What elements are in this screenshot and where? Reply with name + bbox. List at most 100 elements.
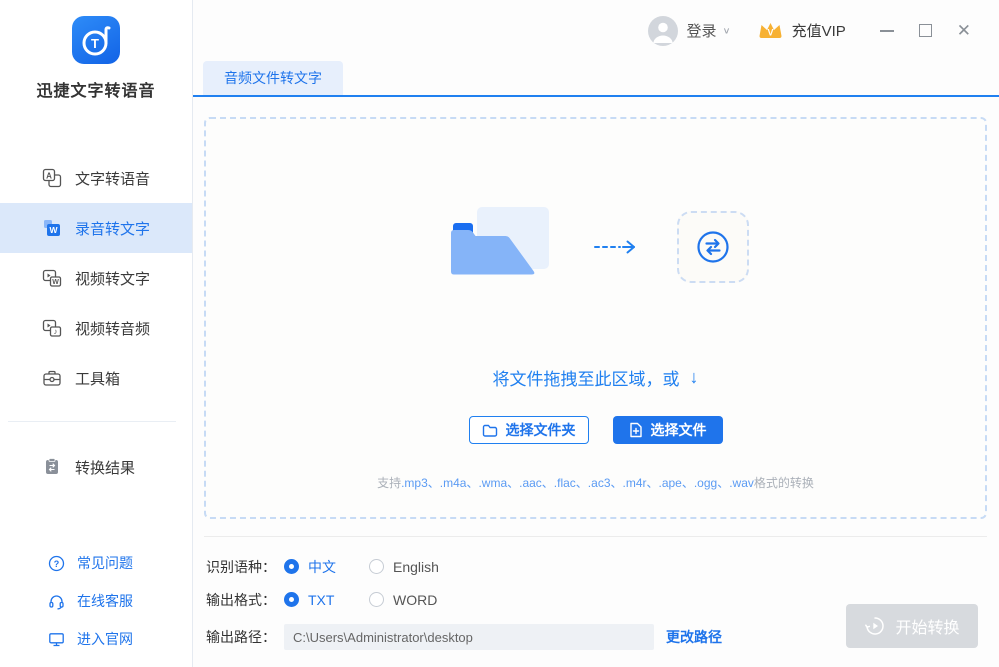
recharge-vip-button[interactable]: 充值VIP: [792, 20, 846, 41]
radio-option-txt[interactable]: TXT: [284, 592, 369, 608]
text-to-speech-icon: A: [42, 168, 62, 188]
select-file-button[interactable]: 选择文件: [613, 416, 723, 444]
sidebar-item-official-website[interactable]: 进入官网: [0, 620, 192, 658]
sidebar-divider: [8, 421, 176, 422]
svg-text:W: W: [52, 279, 59, 286]
video-to-text-icon: W: [42, 268, 62, 288]
svg-text:T: T: [91, 36, 99, 51]
sidebar-help-section: ? 常见问题 在线客服: [0, 544, 192, 658]
logo-icon: T: [81, 23, 111, 57]
dashed-arrow-icon: [593, 239, 639, 255]
maximize-icon[interactable]: [919, 24, 932, 37]
sidebar-item-label: 工具箱: [75, 368, 120, 389]
sidebar-item-label: 视频转文字: [75, 268, 150, 289]
sidebar-item-label: 视频转音频: [75, 318, 150, 339]
sidebar-item-results[interactable]: 转换结果: [0, 442, 192, 492]
svg-text:A: A: [46, 172, 52, 181]
play-circle-icon: [864, 615, 886, 637]
main-panel: 登录 ∨ V 充值VIP ✕ 音频文件转文字: [193, 0, 999, 667]
recording-to-text-icon: W: [42, 218, 62, 238]
convert-icon: [693, 227, 733, 267]
drag-hint-text: 将文件拖拽至此区域，或: [493, 365, 680, 390]
radio-selected-icon[interactable]: [284, 559, 299, 574]
chevron-down-icon[interactable]: ∨: [723, 25, 731, 35]
sidebar: T 迅捷文字转语音 A 文字转语音: [0, 0, 193, 667]
folder-illustration-icon: [443, 205, 555, 289]
file-drop-zone[interactable]: 将文件拖拽至此区域，或 ↓ 选择文件夹: [204, 117, 987, 519]
select-buttons-row: 选择文件夹 选择文件: [469, 416, 723, 444]
content-area: 将文件拖拽至此区域，或 ↓ 选择文件夹: [193, 97, 999, 667]
radio-label: TXT: [308, 592, 334, 608]
tab-audio-to-text[interactable]: 音频文件转文字: [203, 61, 343, 95]
sidebar-item-online-support[interactable]: 在线客服: [0, 582, 192, 620]
start-conversion-button[interactable]: 开始转换: [846, 604, 978, 648]
sidebar-nav: A 文字转语音 W 录音转文字: [0, 153, 192, 403]
output-path-label: 输出路径：: [206, 627, 284, 647]
sidebar-item-label: 文字转语音: [75, 168, 150, 189]
sidebar-item-video-to-audio[interactable]: ♪ 视频转音频: [0, 303, 192, 353]
help-item-label: 常见问题: [77, 553, 133, 573]
radio-option-word[interactable]: WORD: [369, 592, 454, 608]
login-button[interactable]: 登录: [686, 20, 716, 41]
radio-label: 中文: [308, 557, 336, 577]
file-plus-icon: [629, 422, 643, 438]
supported-formats: 支持.mp3、.m4a、.wma、.aac、.flac、.ac3、.m4r、.a…: [377, 474, 814, 491]
sidebar-item-recording-to-text[interactable]: W 录音转文字: [0, 203, 192, 253]
drop-illustration: [443, 205, 749, 289]
topbar: 登录 ∨ V 充值VIP ✕: [193, 0, 999, 61]
folder-outline-icon: [482, 423, 498, 438]
language-radio-group: 中文 English: [284, 557, 454, 577]
question-circle-icon: ?: [48, 555, 65, 572]
sidebar-item-video-to-text[interactable]: W 视频转文字: [0, 253, 192, 303]
sidebar-item-faq[interactable]: ? 常见问题: [0, 544, 192, 582]
formats-suffix: 格式的转换: [754, 476, 814, 490]
svg-text:W: W: [49, 225, 58, 235]
select-folder-button[interactable]: 选择文件夹: [469, 416, 589, 444]
app-logo: T: [72, 16, 120, 64]
formats-prefix: 支持: [377, 476, 401, 490]
select-folder-label: 选择文件夹: [506, 420, 576, 440]
toolbox-icon: [42, 368, 62, 388]
output-path-input[interactable]: [284, 624, 654, 650]
radio-label: English: [393, 559, 439, 575]
crown-icon: V: [757, 20, 784, 41]
svg-text:V: V: [767, 28, 773, 38]
avatar[interactable]: [648, 16, 678, 46]
headset-icon: [48, 593, 65, 610]
sidebar-item-label: 录音转文字: [75, 218, 150, 239]
sidebar-item-text-to-speech[interactable]: A 文字转语音: [0, 153, 192, 203]
tab-bar: 音频文件转文字: [193, 61, 999, 97]
minimize-icon[interactable]: [880, 30, 894, 32]
app-window: T 迅捷文字转语音 A 文字转语音: [0, 0, 999, 667]
results-icon: [42, 457, 62, 477]
start-conversion-label: 开始转换: [895, 614, 959, 638]
close-icon[interactable]: ✕: [957, 22, 971, 39]
sidebar-item-toolbox[interactable]: 工具箱: [0, 353, 192, 403]
options-divider: [204, 536, 987, 537]
help-item-label: 进入官网: [77, 629, 133, 649]
formats-list: .mp3、.m4a、.wma、.aac、.flac、.ac3、.m4r、.ape…: [401, 476, 754, 490]
radio-unselected-icon[interactable]: [369, 592, 384, 607]
radio-option-english[interactable]: English: [369, 557, 454, 577]
window-controls: ✕: [880, 22, 971, 39]
help-item-label: 在线客服: [77, 591, 133, 611]
svg-text:♪: ♪: [54, 327, 58, 336]
radio-label: WORD: [393, 592, 437, 608]
radio-option-chinese[interactable]: 中文: [284, 557, 369, 577]
down-arrow-icon: ↓: [690, 367, 699, 388]
language-label: 识别语种：: [206, 557, 284, 577]
monitor-icon: [48, 631, 65, 648]
change-path-link[interactable]: 更改路径: [666, 627, 722, 647]
language-row: 识别语种： 中文 English: [206, 550, 987, 583]
video-to-audio-icon: ♪: [42, 318, 62, 338]
sidebar-item-label: 转换结果: [75, 457, 135, 478]
select-file-label: 选择文件: [651, 420, 707, 440]
format-radio-group: TXT WORD: [284, 592, 454, 608]
svg-text:?: ?: [54, 559, 60, 569]
app-name: 迅捷文字转语音: [0, 77, 192, 101]
radio-unselected-icon[interactable]: [369, 559, 384, 574]
format-label: 输出格式：: [206, 590, 284, 610]
convert-target-box: [677, 211, 749, 283]
radio-selected-icon[interactable]: [284, 592, 299, 607]
drag-hint: 将文件拖拽至此区域，或 ↓: [493, 365, 699, 390]
